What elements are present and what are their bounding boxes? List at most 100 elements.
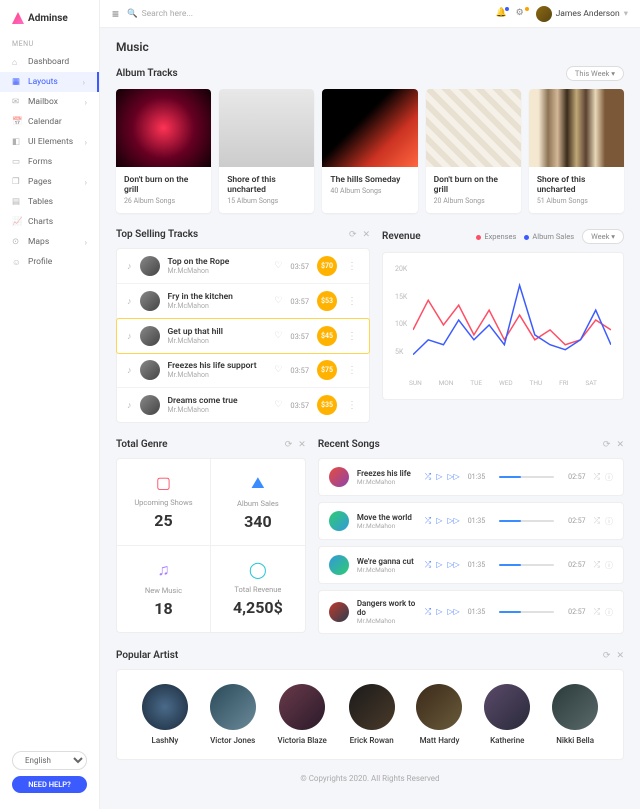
nav-label: Dashboard <box>28 57 69 67</box>
help-button[interactable]: NEED HELP? <box>12 776 87 793</box>
song-row: Dangers work to doMr.McMahon⤮▷▷▷01:3502:… <box>318 590 624 634</box>
refresh-icon[interactable]: ⟳ <box>603 440 611 450</box>
album-row: Don't burn on the grill26 Album SongsSho… <box>116 89 624 213</box>
artist-card[interactable]: Erick Rowan <box>349 684 395 745</box>
track-row[interactable]: ♪Fry in the kitchenMr.McMahon♡03:57$53⋮ <box>117 284 369 319</box>
info-icon[interactable]: ⓘ <box>605 560 613 571</box>
album-tracks-title: Album Tracks <box>116 68 178 79</box>
stat-value: 340 <box>219 512 297 531</box>
stat-value: 25 <box>125 511 202 530</box>
info-icon[interactable]: ⓘ <box>605 472 613 483</box>
sidebar-item-forms[interactable]: ▭Forms <box>0 152 99 172</box>
refresh-icon[interactable]: ⟳ <box>603 651 611 661</box>
sidebar-item-layouts[interactable]: ▦Layouts› <box>0 72 99 92</box>
shuffle-icon[interactable]: ⤮ <box>425 472 431 482</box>
artist-card[interactable]: Victoria Blaze <box>278 684 327 745</box>
sidebar-item-pages[interactable]: ❐Pages› <box>0 172 99 192</box>
close-icon[interactable]: ✕ <box>616 440 624 450</box>
info-icon[interactable]: ⓘ <box>605 607 613 618</box>
forward-icon[interactable]: ▷▷ <box>447 560 459 570</box>
album-card[interactable]: The hills Someday40 Album Songs <box>322 89 417 213</box>
track-row[interactable]: ♪Top on the RopeMr.McMahon♡03:57$70⋮ <box>117 249 369 284</box>
artist-card[interactable]: Victor Jones <box>210 684 256 745</box>
sidebar-item-mailbox[interactable]: ✉Mailbox› <box>0 92 99 112</box>
sidebar-item-tables[interactable]: ▤Tables <box>0 192 99 212</box>
nav-icon: ▤ <box>12 197 22 207</box>
album-card[interactable]: Shore of this uncharted51 Album Songs <box>529 89 624 213</box>
chart-period-select[interactable]: Week ▾ <box>582 229 624 244</box>
more-icon[interactable]: ⋮ <box>345 400 359 411</box>
song-name: We're ganna cut <box>357 557 417 566</box>
shuffle-icon[interactable]: ⤮ <box>594 516 600 527</box>
more-icon[interactable]: ⋮ <box>345 296 359 307</box>
track-row[interactable]: ♪Freezes his life supportMr.McMahon♡03:5… <box>117 353 369 388</box>
sidebar-item-profile[interactable]: ☺Profile <box>0 252 99 272</box>
sidebar-item-calendar[interactable]: 📅Calendar <box>0 112 99 132</box>
sidebar-item-charts[interactable]: 📈Charts <box>0 212 99 232</box>
period-select[interactable]: This Week ▾ <box>566 66 624 81</box>
refresh-icon[interactable]: ⟳ <box>349 230 357 240</box>
user-menu[interactable]: James Anderson ▾ <box>536 6 628 22</box>
close-icon[interactable]: ✕ <box>616 651 624 661</box>
artist-card[interactable]: Matt Hardy <box>416 684 462 745</box>
forward-icon[interactable]: ▷▷ <box>447 472 459 482</box>
progress-bar[interactable] <box>499 611 554 613</box>
song-artist: Mr.McMahon <box>357 566 417 574</box>
popular-artist-title: Popular Artist <box>116 650 178 661</box>
progress-bar[interactable] <box>499 564 554 566</box>
track-row[interactable]: ♪Get up that hillMr.McMahon♡03:57$45⋮ <box>116 318 370 354</box>
close-icon[interactable]: ✕ <box>298 440 306 450</box>
shuffle-icon[interactable]: ⤮ <box>594 472 600 483</box>
track-row[interactable]: ♪Dreams come trueMr.McMahon♡03:57$35⋮ <box>117 388 369 422</box>
album-image <box>322 89 417 167</box>
album-card[interactable]: Shore of this uncharted15 Album Songs <box>219 89 314 213</box>
track-price: $75 <box>317 360 337 380</box>
refresh-icon[interactable]: ⟳ <box>285 440 293 450</box>
play-icon[interactable]: ▷ <box>436 560 442 570</box>
settings-icon[interactable]: ⚙ <box>516 8 528 20</box>
shuffle-icon[interactable]: ⤮ <box>425 560 431 570</box>
nav-icon: ☺ <box>12 257 22 267</box>
artist-name: Victoria Blaze <box>278 736 327 745</box>
song-name: Move the world <box>357 513 417 522</box>
language-select[interactable]: English <box>12 751 87 770</box>
heart-icon[interactable]: ♡ <box>274 365 282 375</box>
shuffle-icon[interactable]: ⤮ <box>425 607 431 617</box>
play-icon[interactable]: ▷ <box>436 472 442 482</box>
artist-card[interactable]: Katherine <box>484 684 530 745</box>
progress-bar[interactable] <box>499 476 554 478</box>
forward-icon[interactable]: ▷▷ <box>447 516 459 526</box>
more-icon[interactable]: ⋮ <box>345 331 359 342</box>
shuffle-icon[interactable]: ⤮ <box>594 607 600 618</box>
sidebar-item-dashboard[interactable]: ⌂Dashboard <box>0 52 99 72</box>
heart-icon[interactable]: ♡ <box>274 296 282 306</box>
shuffle-icon[interactable]: ⤮ <box>594 560 600 571</box>
progress-bar[interactable] <box>499 520 554 522</box>
close-icon[interactable]: ✕ <box>363 230 371 240</box>
album-card[interactable]: Don't burn on the grill26 Album Songs <box>116 89 211 213</box>
menu-toggle-icon[interactable]: ≡ <box>112 7 119 21</box>
shuffle-icon[interactable]: ⤮ <box>425 516 431 526</box>
logo[interactable]: Adminse <box>0 8 99 28</box>
heart-icon[interactable]: ♡ <box>274 400 282 410</box>
play-icon[interactable]: ▷ <box>436 607 442 617</box>
album-title: Shore of this uncharted <box>537 175 616 195</box>
artist-card[interactable]: Nikki Bella <box>552 684 598 745</box>
play-icon[interactable]: ▷ <box>436 516 442 526</box>
notifications-icon[interactable]: 🔔 <box>496 8 508 20</box>
search-input[interactable]: 🔍 Search here... <box>127 9 193 19</box>
artist-card[interactable]: LashNy <box>142 684 188 745</box>
heart-icon[interactable]: ♡ <box>274 331 282 341</box>
sidebar-item-ui-elements[interactable]: ◧UI Elements› <box>0 132 99 152</box>
forward-icon[interactable]: ▷▷ <box>447 607 459 617</box>
sidebar: Adminse MENU ⌂Dashboard▦Layouts›✉Mailbox… <box>0 0 100 809</box>
track-avatar <box>140 360 160 380</box>
track-name: Top on the Rope <box>168 257 267 267</box>
more-icon[interactable]: ⋮ <box>345 261 359 272</box>
sidebar-item-maps[interactable]: ⊙Maps› <box>0 232 99 252</box>
more-icon[interactable]: ⋮ <box>345 365 359 376</box>
menu-label: MENU <box>0 36 99 52</box>
album-card[interactable]: Don't burn on the grill20 Album Songs <box>426 89 521 213</box>
info-icon[interactable]: ⓘ <box>605 516 613 527</box>
heart-icon[interactable]: ♡ <box>274 261 282 271</box>
